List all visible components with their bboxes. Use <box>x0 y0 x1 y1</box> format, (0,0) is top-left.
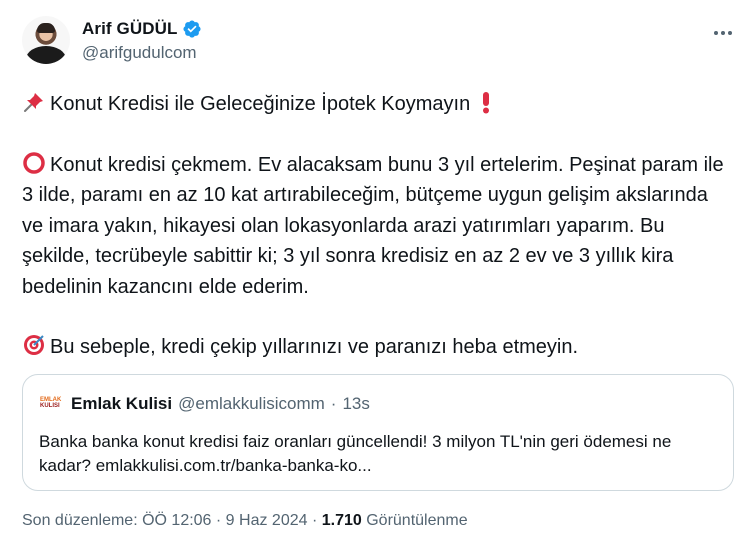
tweet-meta: Son düzenleme: ÖÖ 12:06 · 9 Haz 2024 · 1… <box>22 512 468 530</box>
quoted-author-handle[interactable]: @emlakkulisicomm <box>178 394 325 414</box>
pushpin-icon <box>24 93 43 112</box>
quoted-author-name[interactable]: Emlak Kulisi <box>71 394 172 414</box>
meta-separator: · <box>307 512 322 529</box>
verified-badge-icon <box>183 20 201 38</box>
tweet-header: Arif GÜDÜL @arifgudulcom <box>22 16 738 72</box>
avatar-hair <box>37 23 55 33</box>
tweet-paragraph-2: Bu sebeple, kredi çekip yıllarınızı ve p… <box>22 332 734 363</box>
views-count: 1.710 <box>321 512 362 529</box>
tweet-title-line: Konut Kredisi ile Geleceğinize İpotek Ko… <box>22 89 734 120</box>
quoted-tweet-header: EMLAK KULISI Emlak Kulisi @emlakkulisico… <box>39 394 370 414</box>
avatar[interactable] <box>22 16 70 64</box>
meta-separator: · <box>211 512 226 529</box>
quoted-avatar[interactable]: EMLAK KULISI <box>39 396 65 412</box>
paragraph-1-text: Konut kredisi çekmem. Ev alacaksam bunu … <box>22 153 724 298</box>
author-name-row: Arif GÜDÜL <box>82 19 202 39</box>
tweet-title: Konut Kredisi ile Geleceğinize İpotek Ko… <box>50 93 471 115</box>
red-circle-icon <box>23 151 45 174</box>
author-name[interactable]: Arif GÜDÜL <box>82 19 177 39</box>
avatar-shirt <box>26 46 66 64</box>
paragraph-2-text: Bu sebeple, kredi çekip yıllarınızı ve p… <box>50 336 579 358</box>
quoted-time[interactable]: 13s <box>342 394 369 414</box>
target-icon <box>24 335 44 355</box>
quoted-tweet[interactable]: EMLAK KULISI Emlak Kulisi @emlakkulisico… <box>22 374 734 491</box>
ellipsis-icon[interactable] <box>708 22 738 44</box>
quoted-separator: · <box>330 394 337 413</box>
quoted-tweet-text: Banka banka konut kredisi faiz oranları … <box>39 432 672 475</box>
tweet-text: Konut Kredisi ile Geleceğinize İpotek Ko… <box>22 89 734 363</box>
edited-timestamp[interactable]: Son düzenleme: ÖÖ 12:06 <box>22 512 211 529</box>
author-handle[interactable]: @arifgudulcom <box>82 43 197 63</box>
tweet-paragraph-1: Konut kredisi çekmem. Ev alacaksam bunu … <box>22 150 734 303</box>
views-label: Görüntülenme <box>366 512 468 529</box>
tweet-date[interactable]: 9 Haz 2024 <box>226 512 308 529</box>
exclamation-icon <box>482 92 489 114</box>
